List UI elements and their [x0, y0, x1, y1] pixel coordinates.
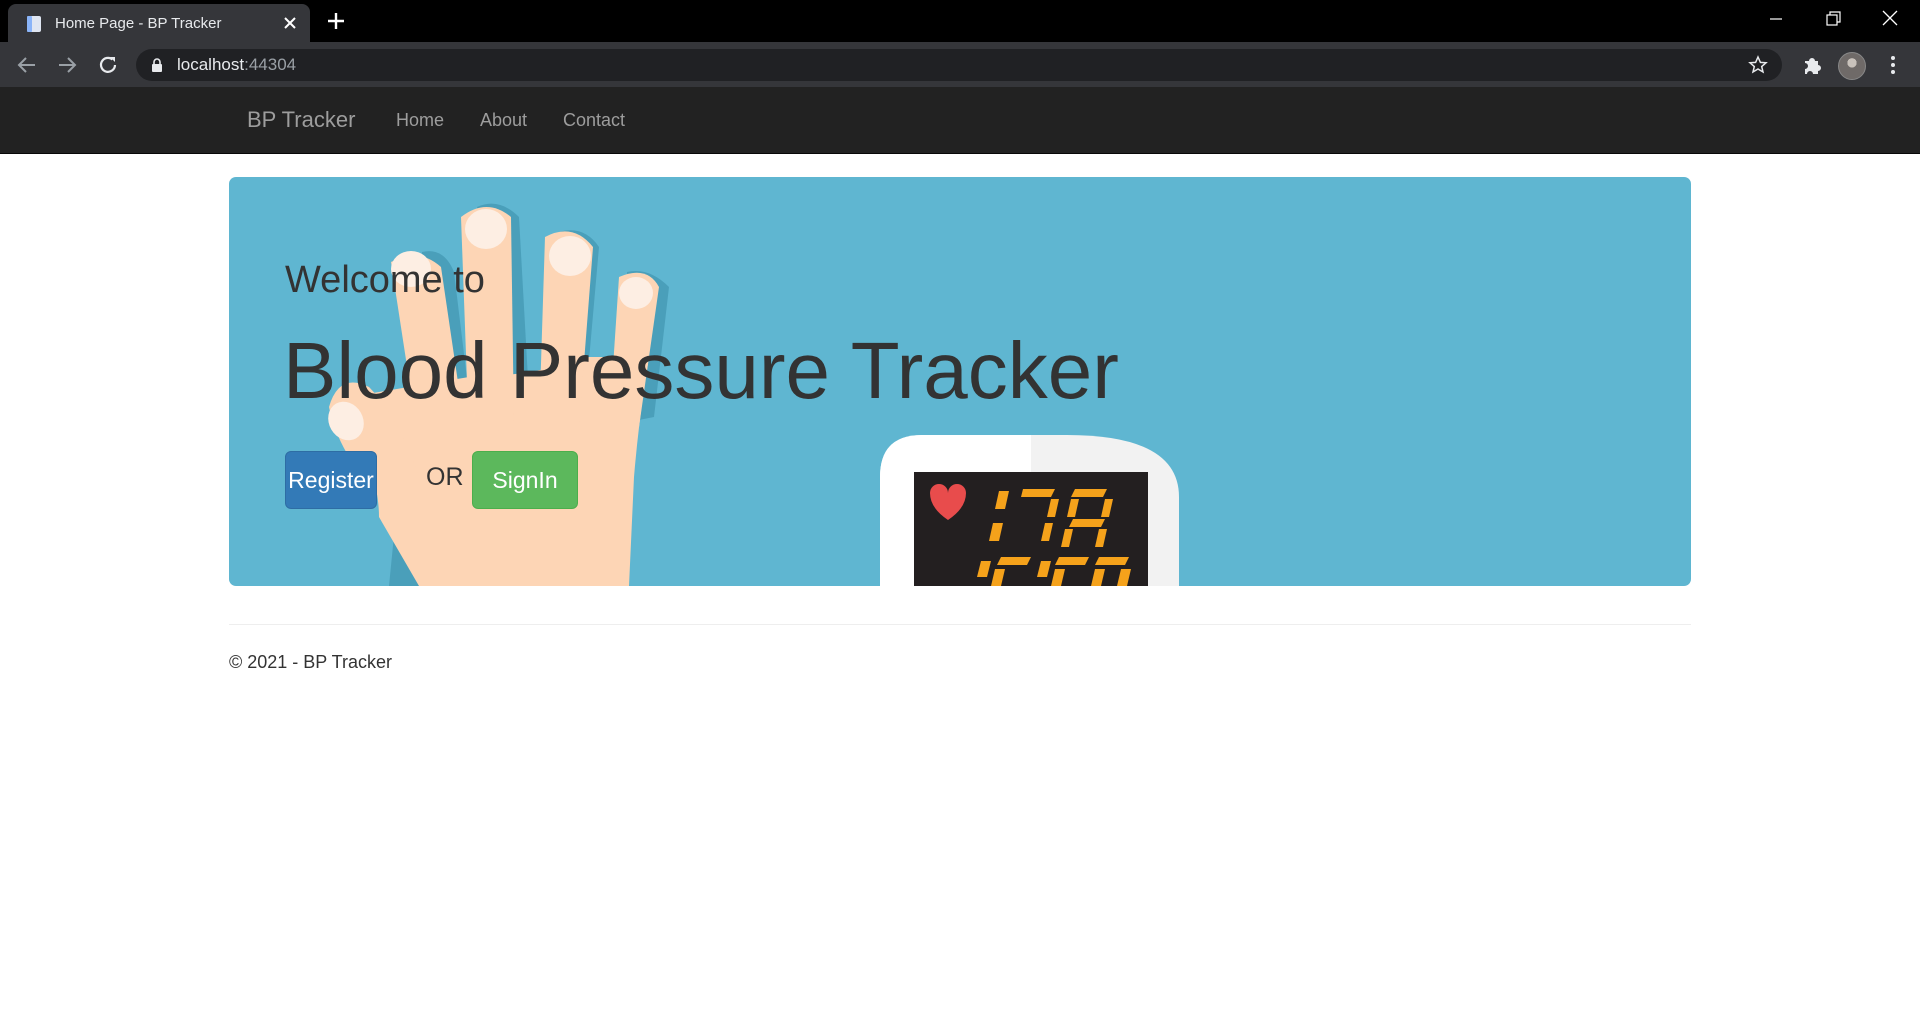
close-icon[interactable] [282, 15, 298, 31]
browser-tab[interactable]: Home Page - BP Tracker [8, 4, 310, 42]
window-close-icon[interactable] [1878, 8, 1902, 30]
blood-pressure-monitor-illustration [880, 435, 1179, 586]
page-favicon-icon [27, 16, 41, 32]
plus-icon[interactable] [326, 11, 346, 31]
reload-icon[interactable] [96, 53, 120, 77]
tab-title: Home Page - BP Tracker [55, 15, 222, 32]
restore-icon[interactable] [1821, 8, 1845, 30]
minimize-icon[interactable] [1764, 8, 1788, 30]
address-bar[interactable]: localhost:44304 [136, 49, 1782, 81]
register-button[interactable]: Register [285, 451, 377, 509]
or-text: OR [426, 463, 464, 491]
star-icon[interactable] [1748, 55, 1768, 75]
jumbotron: Welcome to Blood Pressure Tracker Regist… [229, 177, 1691, 586]
forward-arrow-icon[interactable] [55, 53, 79, 77]
site-navbar: BP Tracker Home About Contact [0, 87, 1920, 154]
footer-copyright: © 2021 - BP Tracker [229, 652, 393, 672]
kebab-menu-icon[interactable] [1880, 52, 1906, 78]
browser-tab-strip: Home Page - BP Tracker [0, 0, 1920, 42]
url-text: localhost:44304 [177, 55, 297, 74]
nav-link-about[interactable]: About [480, 110, 527, 131]
brand-link[interactable]: BP Tracker [247, 107, 355, 133]
profile-avatar[interactable] [1838, 52, 1866, 80]
extensions-icon[interactable] [1799, 52, 1825, 78]
lock-icon[interactable] [150, 58, 164, 72]
nav-link-contact[interactable]: Contact [563, 110, 625, 131]
page-title: Blood Pressure Tracker [283, 326, 1119, 415]
nav-link-home[interactable]: Home [396, 110, 444, 131]
signin-button[interactable]: SignIn [472, 451, 578, 509]
footer-divider [229, 624, 1691, 625]
back-arrow-icon[interactable] [15, 53, 39, 77]
browser-toolbar: localhost:44304 [0, 42, 1920, 87]
welcome-text: Welcome to [285, 259, 485, 301]
